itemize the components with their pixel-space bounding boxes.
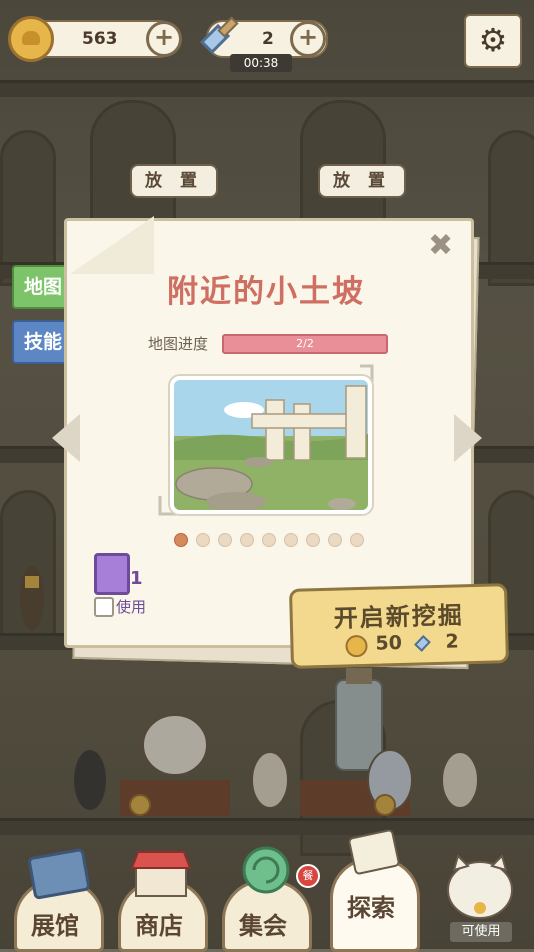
map-progress-bar: 2/2 xyxy=(222,334,388,354)
shop-icon xyxy=(130,851,192,897)
page-dot[interactable] xyxy=(306,533,320,547)
nav-shop-label: 商店 xyxy=(135,912,183,940)
coin-icon xyxy=(345,634,368,658)
settings-button[interactable]: ⚙ xyxy=(464,14,522,68)
refill-timer: 00:38 xyxy=(230,54,292,72)
add-shovels-button[interactable]: + xyxy=(290,21,326,57)
prev-location-arrow[interactable] xyxy=(52,414,80,462)
shovel-icon xyxy=(414,634,431,652)
page-dot[interactable] xyxy=(174,533,188,547)
location-title: 附近的小土坡 xyxy=(167,274,365,310)
gear-icon: ⚙ xyxy=(478,21,508,59)
page-dot[interactable] xyxy=(328,533,342,547)
page-dot[interactable] xyxy=(284,533,298,547)
page-dot[interactable] xyxy=(240,533,254,547)
close-button[interactable]: ✖ xyxy=(428,228,453,263)
shovel-count: 2 xyxy=(262,29,274,49)
page-dot[interactable] xyxy=(218,533,232,547)
coin-cost: 50 xyxy=(375,631,403,655)
lucky-cat-icon xyxy=(447,854,513,919)
page-dot[interactable] xyxy=(350,533,364,547)
coin-count: 563 xyxy=(82,29,118,49)
page-dot[interactable] xyxy=(196,533,210,547)
map-book-icon xyxy=(94,553,130,595)
progress-label: 地图进度 xyxy=(148,335,209,353)
available-label[interactable]: 可使用 xyxy=(450,922,512,942)
close-icon: ✖ xyxy=(428,228,454,263)
page-indicator xyxy=(174,532,372,551)
scroll-map-icon xyxy=(348,829,400,875)
lollipop-icon xyxy=(242,846,290,894)
nav-museum-label: 展馆 xyxy=(31,912,79,940)
shovel-cost: 2 xyxy=(445,630,459,653)
notification-badge: 餐 xyxy=(296,864,320,888)
hill-scene-illustration xyxy=(174,380,368,510)
place-button[interactable]: 放 置 xyxy=(318,164,406,198)
shovel-icon xyxy=(199,16,239,55)
add-coins-button[interactable]: + xyxy=(146,21,182,57)
location-image[interactable] xyxy=(170,376,372,514)
coin-icon xyxy=(8,16,54,62)
nav-gathering-label: 集会 xyxy=(239,912,287,940)
use-item-label: 使用 xyxy=(116,598,147,616)
progress-text: 2/2 xyxy=(296,337,314,350)
start-new-dig-label: 开启新挖掘 xyxy=(333,601,465,633)
use-item-checkbox[interactable] xyxy=(94,597,114,617)
page-dot[interactable] xyxy=(262,533,276,547)
place-button[interactable]: 放 置 xyxy=(130,164,218,198)
nav-explore-label: 探索 xyxy=(347,894,395,922)
item-count: 1 xyxy=(130,568,143,589)
book-icon xyxy=(28,848,90,900)
start-new-dig-button[interactable]: 开启新挖掘 50 2 xyxy=(288,583,510,669)
next-location-arrow[interactable] xyxy=(454,414,482,462)
